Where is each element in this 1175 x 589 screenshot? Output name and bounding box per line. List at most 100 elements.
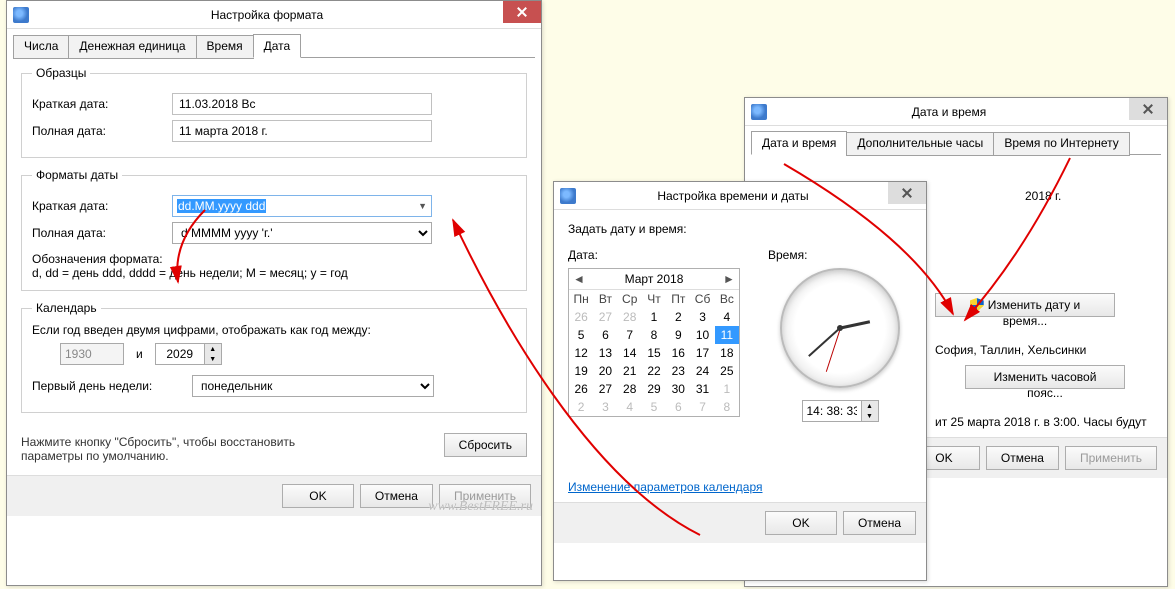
tab-extra-clocks[interactable]: Дополнительные часы (846, 132, 994, 156)
apply-button[interactable]: Применить (1065, 446, 1157, 470)
calendar-day-other[interactable]: 2 (569, 398, 593, 416)
change-timezone-button[interactable]: Изменить часовой пояс... (965, 365, 1125, 389)
calendar-day[interactable]: 2 (666, 308, 690, 326)
calendar-day[interactable]: 1 (642, 308, 666, 326)
calendar-day[interactable]: 21 (618, 362, 642, 380)
chevron-down-icon: ▼ (418, 201, 427, 211)
calendar-day-header: Пн (569, 290, 593, 308)
year-to-spinner[interactable]: ▲▼ (155, 343, 222, 365)
time-spinner[interactable]: ▲▼ (802, 400, 879, 422)
calendar-day[interactable]: 5 (569, 326, 593, 344)
fmt-long-label: Полная дата: (32, 226, 172, 240)
calendar-day[interactable]: 17 (690, 344, 714, 362)
long-date-format-combo[interactable]: d MMMM yyyy 'г.' (172, 222, 432, 244)
reset-note: Нажмите кнопку "Сбросить", чтобы восстан… (21, 423, 341, 467)
ok-button[interactable]: OK (282, 484, 354, 508)
calendar-day[interactable]: 25 (715, 362, 739, 380)
formats-legend: Форматы даты (32, 168, 122, 182)
calendar-day-other[interactable]: 26 (569, 308, 593, 326)
tab-date[interactable]: Дата (253, 34, 302, 58)
calendar-day[interactable]: 24 (690, 362, 714, 380)
calendar-day[interactable]: 13 (593, 344, 617, 362)
calendar-day[interactable]: 16 (666, 344, 690, 362)
date-label: Дата: (568, 248, 740, 262)
calendar-day[interactable]: 19 (569, 362, 593, 380)
prev-month-button[interactable]: ◄ (573, 272, 585, 286)
close-button[interactable] (888, 182, 926, 204)
cancel-button[interactable]: Отмена (986, 446, 1059, 470)
long-date-sample: 11 марта 2018 г. (172, 120, 432, 142)
tab-internet-time[interactable]: Время по Интернету (993, 132, 1129, 156)
cancel-button[interactable]: Отмена (843, 511, 916, 535)
calendar-day[interactable]: 26 (569, 380, 593, 398)
tab-numbers[interactable]: Числа (13, 35, 69, 59)
window-title: Настройка формата (31, 8, 503, 22)
calendar-day[interactable]: 23 (666, 362, 690, 380)
calendar-day[interactable]: 29 (642, 380, 666, 398)
next-month-button[interactable]: ► (723, 272, 735, 286)
calendar-day[interactable]: 15 (642, 344, 666, 362)
calendar-day[interactable]: 14 (618, 344, 642, 362)
calendar-day-other[interactable]: 5 (642, 398, 666, 416)
titlebar: Дата и время (745, 98, 1167, 126)
calendar-day-other[interactable]: 4 (618, 398, 642, 416)
calendar-day-header: Ср (618, 290, 642, 308)
calendar-day[interactable]: 7 (618, 326, 642, 344)
calendar-day-other[interactable]: 28 (618, 308, 642, 326)
calendar[interactable]: ◄ Март 2018 ► ПнВтСрЧтПтСбВс262728123456… (568, 268, 740, 417)
calendar-day-other[interactable]: 1 (715, 380, 739, 398)
ok-button[interactable]: OK (765, 511, 837, 535)
first-day-combo[interactable]: понедельник (192, 375, 434, 397)
tab-time[interactable]: Время (196, 35, 254, 59)
samples-legend: Образцы (32, 66, 90, 80)
short-date-label: Краткая дата: (32, 97, 172, 111)
calendar-settings-link[interactable]: Изменение параметров календаря (568, 480, 763, 494)
calendar-day-other[interactable]: 6 (666, 398, 690, 416)
time-input[interactable] (803, 401, 861, 421)
calendar-day[interactable]: 27 (593, 380, 617, 398)
calendar-group: Календарь Если год введен двумя цифрами,… (21, 301, 527, 413)
change-datetime-button[interactable]: Изменить дату и время... (935, 293, 1115, 317)
notation-text: d, dd = день ddd, dddd = день недели; M … (32, 266, 516, 280)
fmt-short-label: Краткая дата: (32, 199, 172, 213)
cancel-button[interactable]: Отмена (360, 484, 433, 508)
close-button[interactable] (1129, 98, 1167, 120)
spin-up[interactable]: ▲ (205, 344, 221, 354)
calendar-day[interactable]: 30 (666, 380, 690, 398)
calendar-day[interactable]: 6 (593, 326, 617, 344)
tab-datetime[interactable]: Дата и время (751, 131, 847, 155)
dst-note: ит 25 марта 2018 г. в 3:00. Часы будут (935, 415, 1153, 429)
calendar-legend: Календарь (32, 301, 101, 315)
titlebar: Настройка времени и даты (554, 182, 926, 210)
calendar-day-other[interactable]: 7 (690, 398, 714, 416)
calendar-day-other[interactable]: 3 (593, 398, 617, 416)
short-date-format-combo[interactable]: dd.MM.yyyy ddd ▼ (172, 195, 432, 217)
calendar-day[interactable]: 9 (666, 326, 690, 344)
calendar-day[interactable]: 4 (715, 308, 739, 326)
spin-down[interactable]: ▼ (205, 354, 221, 364)
calendar-day[interactable]: 10 (690, 326, 714, 344)
time-label: Время: (768, 248, 912, 262)
calendar-day[interactable]: 22 (642, 362, 666, 380)
calendar-day[interactable]: 28 (618, 380, 642, 398)
calendar-day[interactable]: 12 (569, 344, 593, 362)
window-title: Дата и время (769, 105, 1129, 119)
calendar-day-header: Чт (642, 290, 666, 308)
calendar-day-other[interactable]: 8 (715, 398, 739, 416)
titlebar: Настройка формата (7, 1, 541, 29)
close-icon (517, 7, 527, 17)
calendar-day[interactable]: 20 (593, 362, 617, 380)
calendar-day-header: Пт (666, 290, 690, 308)
calendar-day[interactable]: 3 (690, 308, 714, 326)
calendar-day[interactable]: 31 (690, 380, 714, 398)
reset-button[interactable]: Сбросить (444, 433, 527, 457)
close-button[interactable] (503, 1, 541, 23)
calendar-day[interactable]: 18 (715, 344, 739, 362)
year-to-input[interactable] (156, 344, 204, 364)
calendar-day[interactable]: 11 (715, 326, 739, 344)
spin-up[interactable]: ▲ (862, 401, 878, 411)
calendar-day-other[interactable]: 27 (593, 308, 617, 326)
calendar-day[interactable]: 8 (642, 326, 666, 344)
tab-currency[interactable]: Денежная единица (68, 35, 196, 59)
spin-down[interactable]: ▼ (862, 411, 878, 421)
